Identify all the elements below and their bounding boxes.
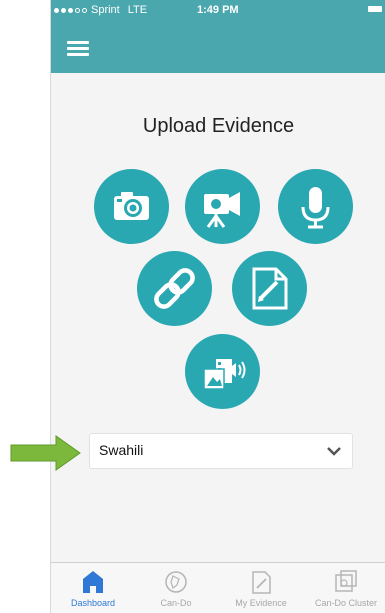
language-select-value: Swahili xyxy=(99,442,144,458)
tab-can-do-cluster[interactable]: Can-Do Cluster xyxy=(306,563,385,613)
upload-media-button[interactable] xyxy=(185,334,260,409)
signal-strength-icon xyxy=(54,7,87,13)
cluster-icon xyxy=(335,570,357,592)
microphone-icon xyxy=(301,187,330,229)
upload-video-button[interactable] xyxy=(185,169,260,244)
tab-label: Can-Do Cluster xyxy=(314,598,378,608)
tab-dashboard[interactable]: Dashboard xyxy=(53,563,133,613)
document-edit-icon xyxy=(252,267,288,310)
media-gallery-icon xyxy=(203,359,246,390)
can-do-icon xyxy=(165,571,187,593)
carrier-info: Sprint LTE xyxy=(54,4,147,16)
page-title: Upload Evidence xyxy=(142,115,295,137)
video-camera-icon xyxy=(204,192,240,228)
upload-link-button[interactable] xyxy=(137,251,212,326)
chevron-down-icon xyxy=(327,447,341,456)
upload-document-button[interactable] xyxy=(232,251,307,326)
carrier-name: Sprint xyxy=(91,4,120,16)
hamburger-icon[interactable] xyxy=(67,41,89,57)
network-type: LTE xyxy=(127,4,148,16)
battery-icon xyxy=(368,6,382,12)
bottom-tab-bar: Dashboard Can-Do My Evidence Can-Do Clus… xyxy=(51,562,385,613)
evidence-icon xyxy=(252,571,271,594)
phone-screen: Sprint LTE 1:49 PM Upload Evidence Swahi… xyxy=(50,0,385,613)
app-header: Sprint LTE 1:49 PM xyxy=(51,0,385,73)
camera-icon xyxy=(114,192,149,220)
home-icon xyxy=(83,571,103,593)
status-bar: Sprint LTE 1:49 PM xyxy=(51,0,385,20)
upload-photo-button[interactable] xyxy=(94,169,169,244)
tab-my-evidence[interactable]: My Evidence xyxy=(221,563,301,613)
tab-can-do[interactable]: Can-Do xyxy=(136,563,216,613)
status-time: 1:49 PM xyxy=(197,4,239,16)
language-select[interactable]: Swahili xyxy=(89,433,353,469)
link-icon xyxy=(154,268,195,309)
pointer-arrow-icon xyxy=(10,435,81,471)
upload-audio-button[interactable] xyxy=(278,169,353,244)
